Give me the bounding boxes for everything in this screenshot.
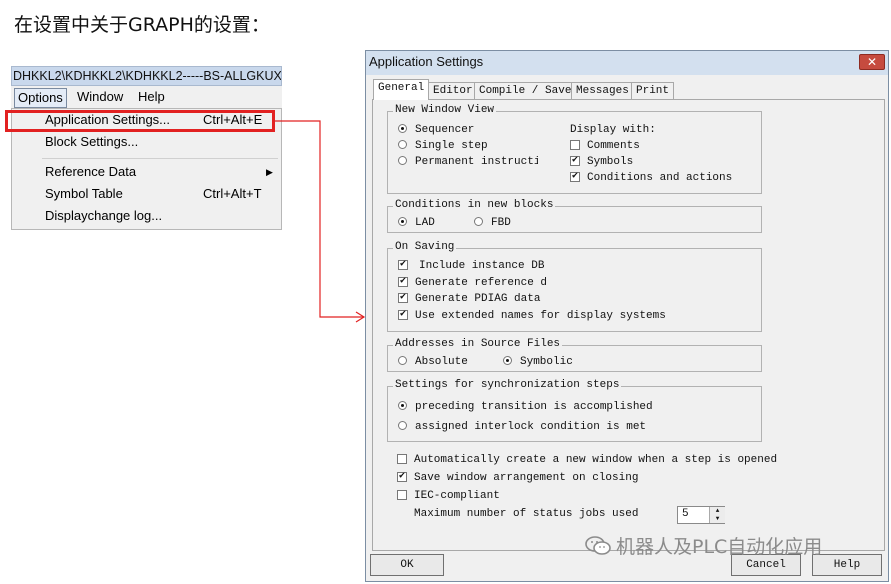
tab-messages[interactable]: Messages (571, 82, 634, 99)
page-caption: 在设置中关于GRAPH的设置： (14, 14, 270, 36)
menu-item-reference-data[interactable]: Reference Data ▶ (12, 162, 281, 182)
radio-indicator (398, 156, 407, 165)
group-title: Conditions in new blocks (393, 199, 556, 211)
label-text: Maximum number of status jobs used (414, 508, 639, 520)
spin-up-icon[interactable]: ▲ (709, 507, 725, 515)
highlight-box (5, 110, 275, 132)
radio-label: FBD (491, 217, 511, 229)
menu-item-label: Block Settings... (45, 134, 139, 149)
group-addresses: Addresses in Source Files Absolute Symbo… (387, 338, 762, 372)
checkbox-label: Include instance DB (419, 260, 545, 272)
submenu-arrow-icon: ▶ (266, 167, 273, 177)
radio-label: Single step (415, 140, 488, 152)
menu-separator (42, 158, 278, 159)
group-sync-steps: Settings for synchronization steps prece… (387, 379, 762, 442)
radio-indicator (398, 421, 407, 430)
menu-item-symbol-table[interactable]: Symbol Table Ctrl+Alt+T (12, 184, 281, 204)
radio-label: Absolute (415, 356, 468, 368)
menu-item-label: Displaychange log... (45, 208, 163, 223)
menu-help[interactable]: Help (135, 88, 168, 106)
checkbox-box (397, 454, 407, 464)
spin-down-icon[interactable]: ▼ (709, 515, 725, 523)
tab-editor[interactable]: Editor (428, 82, 478, 99)
radio-indicator (398, 124, 407, 133)
checkbox-label: IEC-compliant (414, 490, 500, 502)
radio-indicator (398, 140, 407, 149)
checkbox-label: Comments (587, 140, 640, 152)
group-on-saving: On Saving ✔ Include instance DB ✔ Generate… (387, 241, 762, 332)
radio-indicator (398, 356, 407, 365)
check-icon: ✔ (570, 171, 580, 182)
checkbox-label: Save window arrangement on closing (414, 472, 639, 484)
close-icon: ✕ (866, 55, 878, 69)
group-title: New Window View (393, 104, 497, 116)
menu-window[interactable]: Window (74, 88, 126, 106)
watermark: 机器人及PLC自动化应用 (584, 532, 822, 559)
tab-general[interactable]: General (373, 79, 430, 100)
group-title: Addresses in Source Files (393, 338, 563, 350)
radio-indicator (398, 401, 407, 410)
display-with-label: Display with: (570, 124, 656, 136)
tab-compile-save[interactable]: Compile / Save (474, 82, 577, 99)
radio-label: assigned interlock condition is met (415, 421, 647, 433)
check-icon: ✔ (397, 471, 407, 482)
help-button[interactable]: Help (812, 554, 882, 576)
close-button[interactable]: ✕ (859, 54, 885, 70)
radio-indicator (398, 217, 407, 226)
menu-item-block-settings[interactable]: Block Settings... (12, 132, 281, 152)
radio-label: LAD (415, 217, 435, 229)
checkbox-box (570, 140, 580, 150)
checkbox-label: Use extended names for display systems (415, 310, 666, 322)
application-settings-dialog: Application Settings ✕ General Editor Co… (365, 50, 889, 582)
checkbox-label: Conditions and actions (587, 172, 733, 184)
group-conditions: Conditions in new blocks LAD FBD (387, 199, 762, 233)
wechat-icon (585, 536, 611, 555)
radio-permanent-instruction[interactable]: Permanent instructior (398, 155, 538, 169)
window-title-path: DHKKL2\KDHKKL2\KDHKKL2-----BS-ALLGKUX\ (11, 66, 282, 86)
check-icon: ✔ (398, 292, 408, 303)
radio-indicator (503, 356, 512, 365)
check-icon: ✔ (398, 259, 408, 270)
check-icon: ✔ (398, 309, 408, 320)
radio-label: Symbolic (520, 356, 573, 368)
checkbox-label: Generate PDIAG data (415, 293, 541, 305)
checkbox-label: Symbols (587, 156, 634, 168)
radio-label: Permanent instructior (415, 156, 538, 168)
check-icon: ✔ (570, 155, 580, 166)
check-icon: ✔ (398, 276, 408, 287)
spinner-value: 5 (682, 508, 689, 520)
ok-button[interactable]: OK (370, 554, 444, 576)
menu-item-shortcut: Ctrl+Alt+T (203, 186, 262, 201)
group-title: Settings for synchronization steps (393, 379, 622, 391)
checkbox-box (397, 490, 407, 500)
menu-item-displaychange-log[interactable]: Displaychange log... (12, 206, 281, 226)
tab-print[interactable]: Print (631, 82, 675, 99)
general-panel: New Window View Sequencer Single step Pe… (372, 99, 885, 551)
group-title: On Saving (393, 241, 457, 253)
radio-label: preceding transition is accomplished (415, 401, 653, 413)
group-new-window-view: New Window View Sequencer Single step Pe… (387, 104, 762, 194)
menu-item-label: Symbol Table (45, 186, 123, 201)
menu-item-label: Reference Data (45, 164, 137, 179)
checkbox-label: Generate reference d (415, 277, 548, 289)
checkbox-label: Automatically create a new window when a… (414, 454, 778, 466)
watermark-text: 机器人及PLC自动化应用 (616, 536, 823, 558)
max-status-jobs-spinner[interactable]: 5 ▲ ▼ (677, 506, 725, 524)
radio-indicator (474, 217, 483, 226)
menu-options[interactable]: Options (14, 88, 67, 108)
radio-label: Sequencer (415, 124, 475, 136)
dialog-title: Application Settings (366, 51, 888, 75)
menu-bar: Options Window Help (11, 86, 282, 108)
